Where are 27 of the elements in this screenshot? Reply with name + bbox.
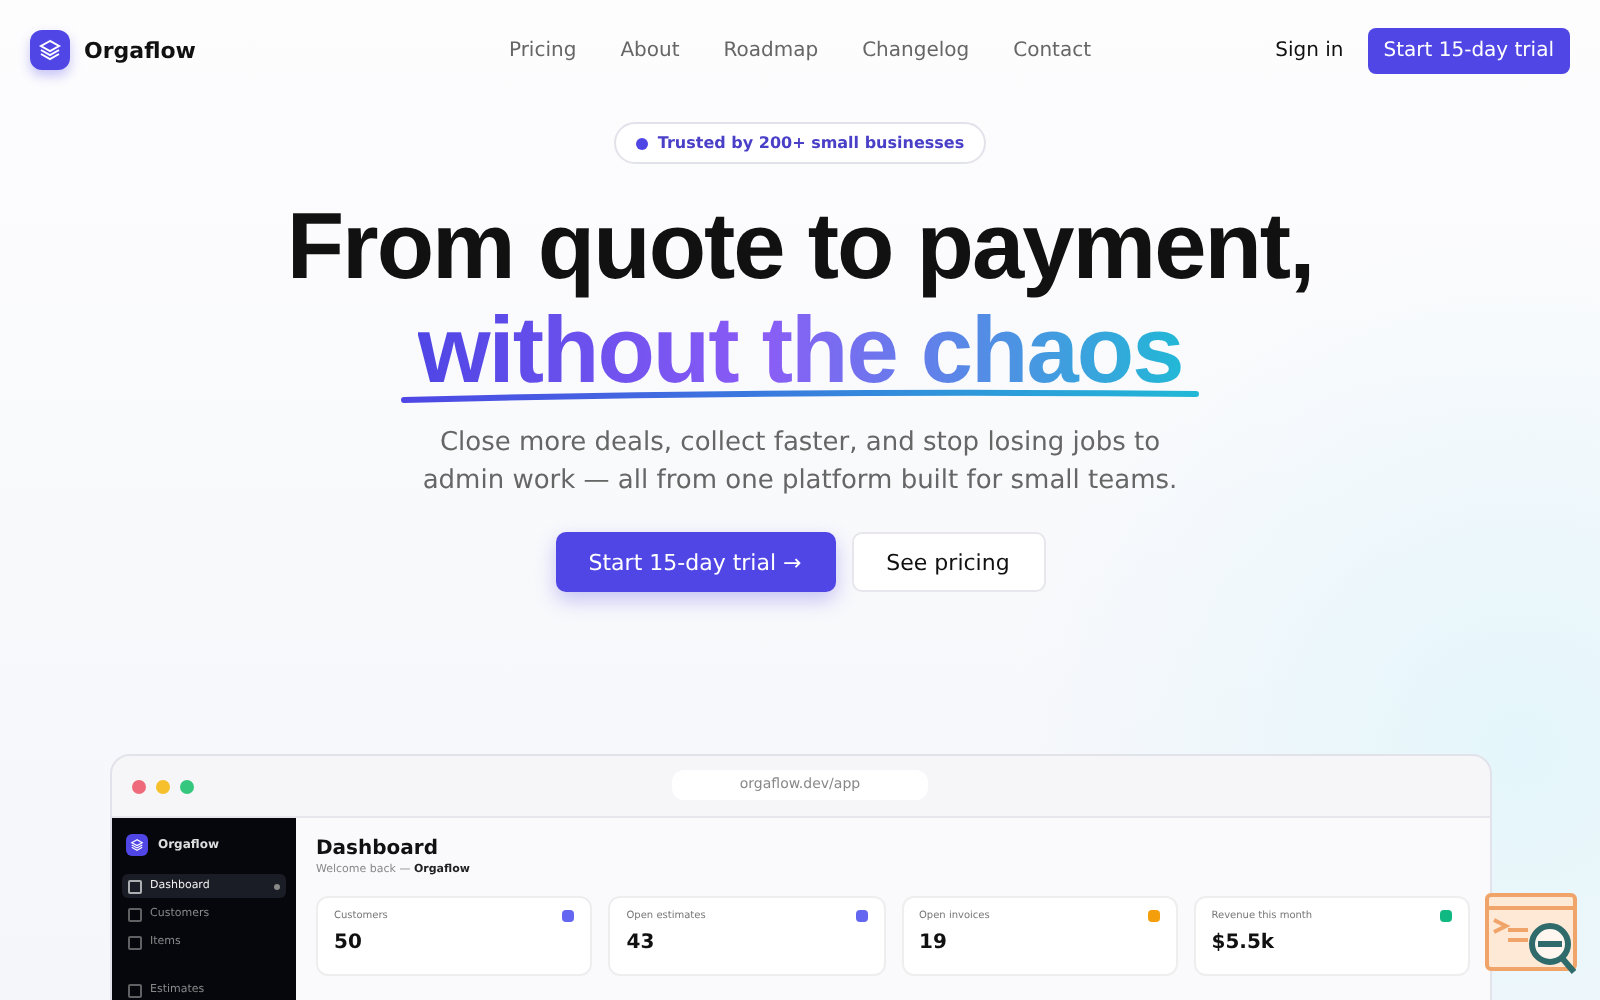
caret-icon xyxy=(274,883,280,889)
logo-icon xyxy=(126,833,148,855)
subtitle: Close more deals, collect faster, and stop losing jobs to admin work — all from one platform built for small teams. xyxy=(420,426,1180,500)
window-dot-icon xyxy=(180,779,194,793)
menu-icon xyxy=(128,983,142,997)
brand-name[interactable]: Orgaflow xyxy=(84,37,196,63)
page-title: Dashboard xyxy=(316,838,440,860)
start-trial-button[interactable]: Start 15-day trial → xyxy=(555,532,835,592)
trust-text: Trusted by 200+ small businesses xyxy=(657,134,965,152)
headline: From quote to payment, xyxy=(286,192,1314,300)
stat-value: 19 xyxy=(919,932,949,954)
sign-in-link[interactable]: Sign in xyxy=(1275,39,1344,61)
nav-link[interactable]: Changelog xyxy=(862,39,970,61)
search-document-icon[interactable] xyxy=(1484,892,1580,980)
nav-link[interactable]: About xyxy=(620,39,680,61)
stat-value: 50 xyxy=(334,932,364,954)
stat-value: $5.5k xyxy=(1211,932,1277,954)
nav-link[interactable]: Roadmap xyxy=(723,39,819,61)
nav-link[interactable]: Pricing xyxy=(508,39,577,61)
start-trial-button[interactable]: Start 15-day trial xyxy=(1367,27,1570,73)
window-dot-icon xyxy=(156,779,170,793)
stat-value: 43 xyxy=(626,932,657,954)
see-pricing-button[interactable]: See pricing xyxy=(851,532,1045,592)
window-dot-icon xyxy=(132,779,146,793)
logo-icon[interactable] xyxy=(30,30,70,70)
nav-link[interactable]: Contact xyxy=(1013,39,1092,61)
dot-icon xyxy=(635,137,648,149)
